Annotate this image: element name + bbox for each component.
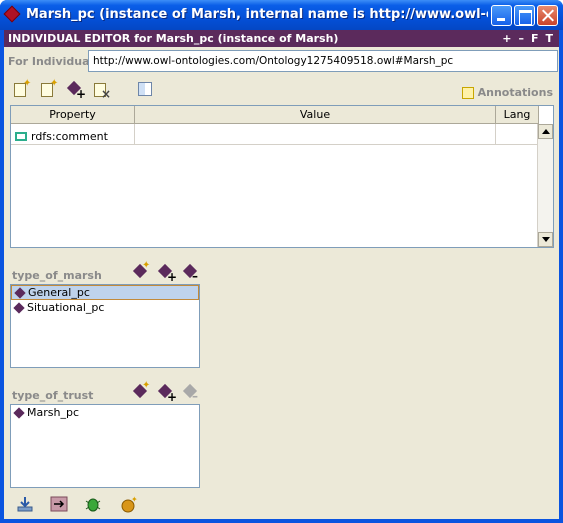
window-title: Marsh_pc (instance of Marsh, internal na… (26, 7, 488, 22)
property-cell[interactable]: rdfs:comment (11, 124, 135, 145)
remove-instance-button-disabled: – (182, 383, 202, 403)
list-item-label: Marsh_pc (27, 406, 79, 419)
header-f-button[interactable]: F (531, 30, 539, 47)
create-instance-button[interactable]: ✦ (132, 380, 152, 403)
reference-button[interactable] (50, 495, 68, 513)
debug-button[interactable] (84, 495, 102, 513)
editor-header: INDIVIDUAL EDITOR for Marsh_pc (instance… (4, 30, 559, 47)
panel-layout-icon (138, 82, 152, 96)
sparkle-icon: ✦ (142, 260, 151, 271)
instance-create-button[interactable]: ✦ (120, 495, 138, 513)
column-header-property[interactable]: Property (11, 106, 135, 124)
title-bar[interactable]: Marsh_pc (instance of Marsh, internal na… (0, 0, 563, 30)
window-client-area: INDIVIDUAL EDITOR for Marsh_pc (instance… (4, 30, 559, 519)
individual-diamond-icon (3, 5, 21, 23)
sparkle-icon: ✦ (50, 78, 59, 89)
annotations-label: Annotations (477, 86, 553, 99)
table-scrollbar[interactable] (537, 124, 553, 247)
remove-instance-button[interactable]: – (182, 263, 202, 283)
orange-ball-sparkle-icon: ✦ (121, 495, 138, 513)
sparkle-icon: ✦ (142, 380, 151, 391)
type-of-trust-label: type_of_trust (12, 389, 94, 402)
type-of-trust-toolbar: ✦ + – (132, 380, 212, 403)
property-table: Property Value Lang rdfs:comment (10, 105, 554, 248)
individual-diamond-icon (13, 406, 25, 419)
individual-diamond-icon (13, 301, 25, 314)
new-datatype-value-button[interactable]: ✦ (39, 78, 59, 100)
scroll-down-button[interactable] (538, 232, 553, 247)
minimize-button[interactable] (491, 5, 512, 26)
svg-text:✦: ✦ (131, 495, 138, 504)
annotation-note-icon (461, 86, 474, 99)
annotation-property-icon (15, 131, 27, 141)
individual-diamond-icon (14, 286, 26, 299)
header-remove-button[interactable]: – (518, 30, 524, 47)
create-instance-button[interactable]: ✦ (132, 260, 152, 283)
for-individual-field[interactable] (88, 50, 558, 72)
type-of-trust-list[interactable]: Marsh_pc (10, 404, 200, 488)
sparkle-icon: ✦ (23, 78, 32, 89)
protege-window: Marsh_pc (instance of Marsh, internal na… (0, 0, 563, 523)
new-annotation-button[interactable]: ✦ (12, 78, 32, 100)
download-tray-icon (17, 497, 33, 512)
minus-icon: – (192, 389, 198, 403)
list-item-label: General_pc (28, 286, 90, 299)
add-individual-value-button[interactable]: + (66, 80, 86, 100)
type-of-marsh-list[interactable]: General_pc Situational_pc (10, 284, 200, 368)
type-of-marsh-label: type_of_marsh (12, 269, 102, 282)
view-toggle-button[interactable] (136, 80, 156, 100)
lang-cell[interactable] (496, 124, 539, 145)
type-of-marsh-toolbar: ✦ + – (132, 260, 212, 283)
delete-x-icon: × (101, 87, 112, 101)
plus-icon: + (167, 270, 178, 284)
for-individual-label: For Individual: (8, 55, 98, 68)
arrow-right-icon (50, 496, 68, 512)
maximize-button[interactable] (514, 5, 535, 26)
value-cell[interactable] (135, 124, 496, 145)
plus-icon: + (76, 87, 87, 101)
scroll-up-button[interactable] (538, 124, 553, 139)
header-actions: + – F T (502, 30, 553, 47)
list-item[interactable]: Situational_pc (11, 300, 199, 315)
list-item[interactable]: Marsh_pc (11, 405, 199, 420)
add-instance-button[interactable]: + (157, 383, 177, 403)
header-t-button[interactable]: T (545, 30, 553, 47)
list-item-label: Situational_pc (27, 301, 105, 314)
table-row[interactable]: rdfs:comment (11, 124, 539, 145)
delete-value-button[interactable]: × (92, 80, 112, 100)
import-button[interactable] (16, 495, 34, 513)
column-header-value[interactable]: Value (135, 106, 496, 124)
close-button[interactable] (537, 5, 558, 26)
column-header-lang[interactable]: Lang (496, 106, 539, 124)
list-item[interactable]: General_pc (11, 285, 199, 300)
add-instance-button[interactable]: + (157, 263, 177, 283)
minus-icon: – (192, 269, 198, 283)
property-name: rdfs:comment (31, 129, 108, 143)
bug-icon (85, 498, 101, 512)
header-add-button[interactable]: + (502, 30, 511, 47)
annotations-toggle[interactable]: Annotations (461, 86, 553, 99)
plus-icon: + (167, 390, 178, 404)
editor-title: INDIVIDUAL EDITOR for Marsh_pc (instance… (8, 32, 339, 45)
